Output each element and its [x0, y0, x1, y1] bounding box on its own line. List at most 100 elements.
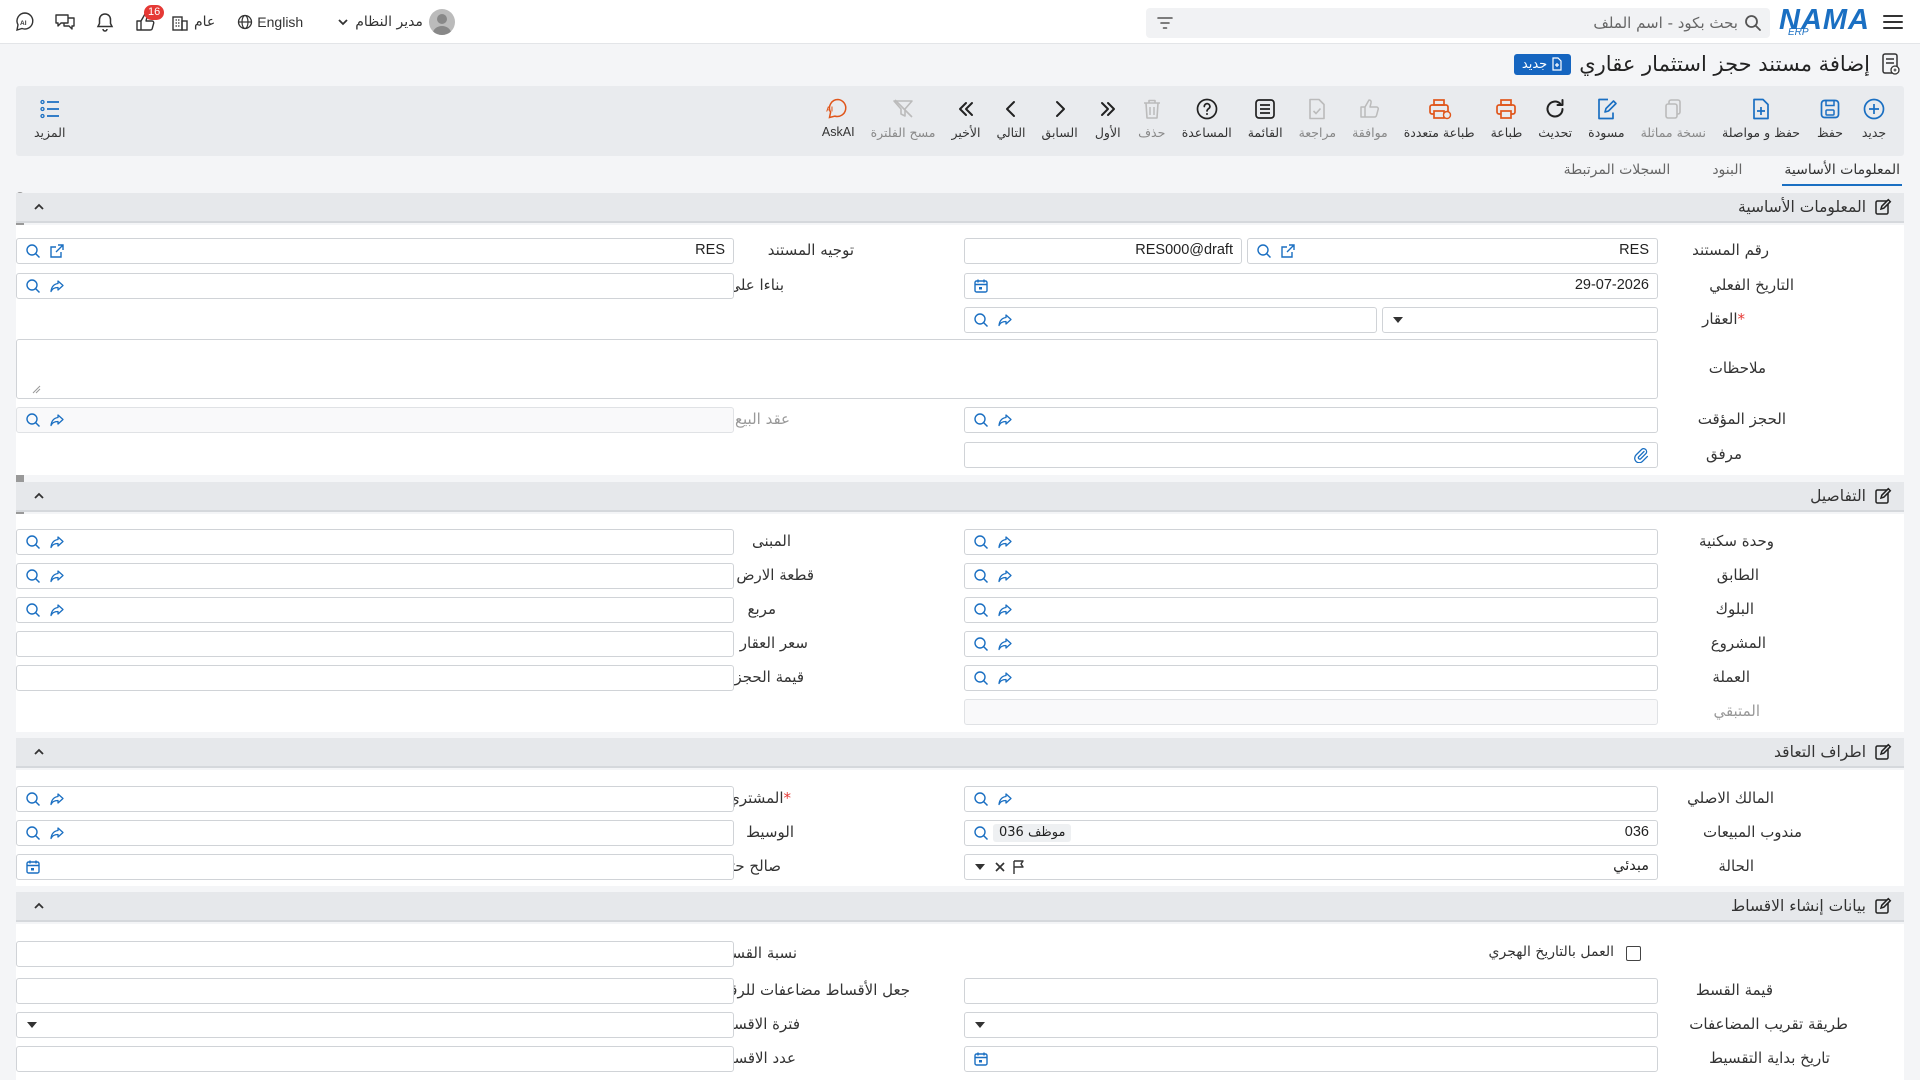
share-arrow-icon[interactable]	[997, 312, 1013, 328]
share-arrow-icon[interactable]	[49, 534, 65, 550]
broker-field[interactable]	[16, 820, 734, 846]
lookup-icon[interactable]	[25, 791, 41, 807]
clear-x-icon[interactable]	[993, 860, 1007, 874]
caret-down-icon[interactable]	[975, 864, 985, 870]
section-parties-header[interactable]: اطراف التعاقد	[16, 738, 1904, 768]
share-arrow-icon[interactable]	[49, 602, 65, 618]
lookup-icon[interactable]	[25, 602, 41, 618]
approve-button[interactable]: موافقة	[1344, 92, 1396, 150]
more-button[interactable]: المزيد	[26, 92, 73, 150]
collapse-chevron-up-icon[interactable]	[32, 745, 46, 759]
nama-erp-logo[interactable]: NAMA ERP	[1779, 4, 1870, 38]
hijri-checkbox[interactable]	[1626, 946, 1641, 961]
block-field[interactable]	[964, 597, 1658, 623]
duplicate-button[interactable]: نسخة مماثلة	[1633, 92, 1714, 150]
hamburger-menu-icon[interactable]	[1880, 9, 1906, 35]
lookup-icon[interactable]	[25, 243, 41, 259]
property-type-select[interactable]	[1382, 307, 1658, 333]
paperclip-icon[interactable]	[1633, 447, 1649, 463]
building-field[interactable]	[16, 529, 734, 555]
multiples-field[interactable]	[16, 978, 734, 1004]
external-link-icon[interactable]	[49, 243, 65, 259]
attachment-field[interactable]	[964, 442, 1658, 468]
delete-button[interactable]: حذف	[1130, 92, 1174, 150]
installments-period-select[interactable]	[16, 1012, 734, 1038]
buyer-field[interactable]	[16, 786, 734, 812]
new-button[interactable]: جديد	[1852, 92, 1896, 150]
lookup-icon[interactable]	[25, 412, 41, 428]
resize-handle-icon[interactable]	[31, 384, 41, 394]
lookup-icon[interactable]	[25, 534, 41, 550]
tab-basic-info[interactable]: المعلومات الأساسية	[1782, 160, 1902, 186]
first-button[interactable]: الأول	[1086, 92, 1130, 150]
tab-related-records[interactable]: السجلات المرتبطة	[1562, 160, 1673, 186]
external-link-icon[interactable]	[1280, 243, 1296, 259]
doc-direction-field[interactable]: RES	[16, 238, 734, 264]
lookup-icon[interactable]	[973, 791, 989, 807]
bell-icon[interactable]	[92, 9, 118, 35]
rounding-method-select[interactable]	[964, 1012, 1658, 1038]
language-switch[interactable]: English	[237, 14, 303, 30]
lookup-icon[interactable]	[25, 825, 41, 841]
lookup-icon[interactable]	[973, 636, 989, 652]
valid-until-field[interactable]	[16, 854, 734, 880]
approvals-button[interactable]: 16	[132, 5, 165, 35]
price-field[interactable]	[16, 631, 734, 657]
user-menu[interactable]: مدير النظام	[337, 9, 455, 35]
calendar-icon[interactable]	[973, 1051, 989, 1067]
next-button[interactable]: التالي	[988, 92, 1033, 150]
floor-field[interactable]	[964, 563, 1658, 589]
search-icon[interactable]	[1744, 14, 1762, 32]
property-field[interactable]	[964, 307, 1377, 333]
filter-icon[interactable]	[1156, 14, 1174, 32]
share-arrow-icon[interactable]	[997, 791, 1013, 807]
share-arrow-icon[interactable]	[49, 825, 65, 841]
section-details-header[interactable]: التفاصيل	[16, 482, 1904, 512]
collapse-chevron-up-icon[interactable]	[32, 899, 46, 913]
lookup-icon[interactable]	[1256, 243, 1272, 259]
square-field[interactable]	[16, 597, 734, 623]
based-on-field[interactable]	[16, 273, 734, 299]
lookup-icon[interactable]	[973, 568, 989, 584]
actual-date-field[interactable]: 29-07-2026	[964, 273, 1658, 299]
draft-button[interactable]: مسودة	[1580, 92, 1632, 150]
installments-count-field[interactable]	[16, 1046, 734, 1072]
land-field[interactable]	[16, 563, 734, 589]
lookup-icon[interactable]	[973, 602, 989, 618]
last-button[interactable]: الأخير	[943, 92, 988, 150]
tab-items[interactable]: البنود	[1710, 160, 1744, 186]
currency-field[interactable]	[964, 665, 1658, 691]
share-arrow-icon[interactable]	[49, 278, 65, 294]
share-arrow-icon[interactable]	[997, 670, 1013, 686]
lookup-icon[interactable]	[973, 412, 989, 428]
review-button[interactable]: مراجعة	[1291, 92, 1345, 150]
share-arrow-icon[interactable]	[997, 534, 1013, 550]
share-arrow-icon[interactable]	[997, 636, 1013, 652]
multi-print-button[interactable]: طباعة متعددة	[1396, 92, 1483, 150]
chat-icon[interactable]	[52, 9, 78, 35]
help-button[interactable]: المساعدة	[1174, 92, 1240, 150]
lookup-icon[interactable]	[973, 670, 989, 686]
reservation-value-field[interactable]	[16, 665, 734, 691]
share-arrow-icon[interactable]	[49, 412, 65, 428]
collapse-chevron-up-icon[interactable]	[32, 200, 46, 214]
temp-reservation-field[interactable]	[964, 407, 1658, 433]
doc-prefix-field[interactable]: RES	[1247, 238, 1658, 264]
list-button[interactable]: القائمة	[1240, 92, 1291, 150]
status-select[interactable]: مبدئي	[964, 854, 1658, 880]
clear-filter-button[interactable]: مسح الفلترة	[863, 92, 944, 150]
section-basic-header[interactable]: المعلومات الأساسية	[16, 193, 1904, 223]
lookup-icon[interactable]	[25, 568, 41, 584]
calendar-icon[interactable]	[25, 859, 41, 875]
unit-field[interactable]	[964, 529, 1658, 555]
lookup-icon[interactable]	[25, 278, 41, 294]
sale-contract-field[interactable]	[16, 407, 734, 433]
share-arrow-icon[interactable]	[997, 568, 1013, 584]
original-owner-field[interactable]	[964, 786, 1658, 812]
installment-ratio-field[interactable]	[16, 941, 734, 967]
refresh-button[interactable]: تحديث	[1530, 92, 1580, 150]
doc-number-field[interactable]: RES000@draft	[964, 238, 1242, 264]
lookup-icon[interactable]	[973, 534, 989, 550]
share-arrow-icon[interactable]	[49, 791, 65, 807]
section-installments-header[interactable]: بيانات إنشاء الاقساط	[16, 892, 1904, 922]
